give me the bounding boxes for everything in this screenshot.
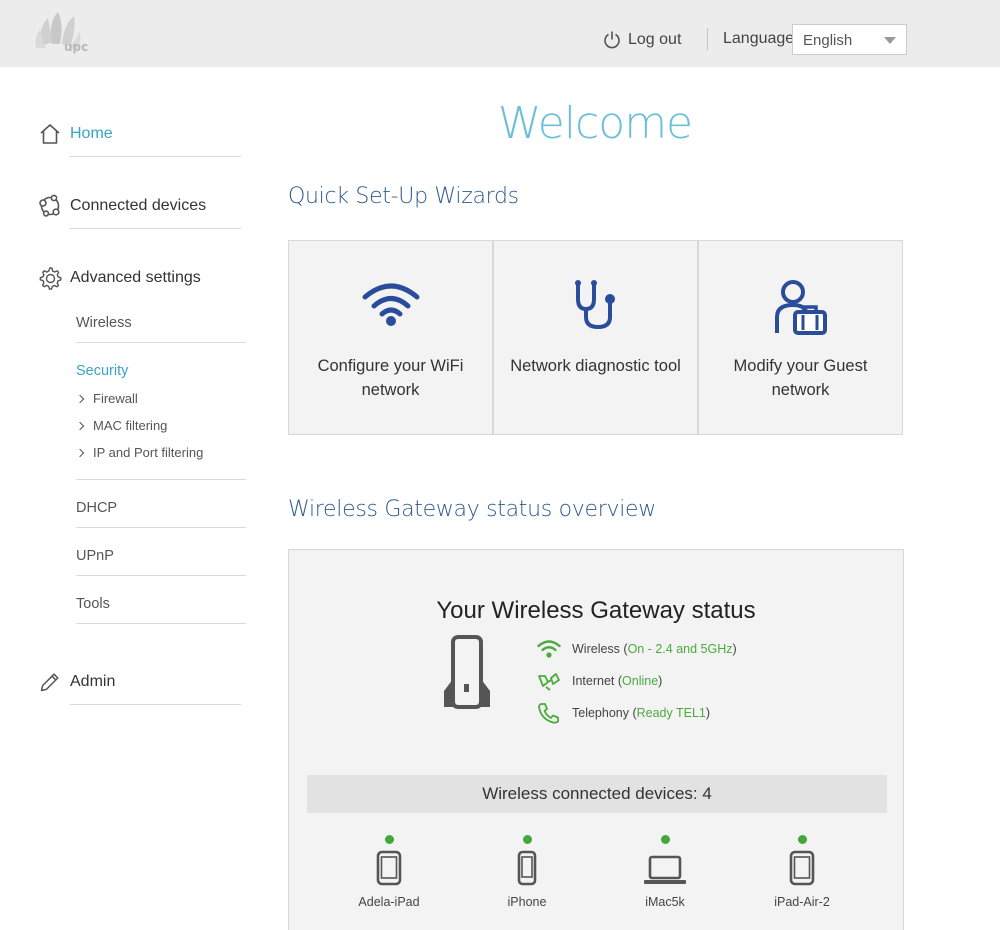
- language-value: English: [803, 32, 853, 49]
- logo-text: upc: [64, 40, 89, 54]
- sidebar-subitem-dhcp[interactable]: DHCP: [76, 500, 117, 516]
- sidebar-subitem-security[interactable]: Security: [76, 363, 128, 379]
- device-item[interactable]: iMac5k: [615, 835, 715, 909]
- connected-devices-count: Wireless connected devices: 4: [307, 775, 887, 813]
- sidebar-item-advanced-settings[interactable]: Advanced settings: [38, 266, 201, 290]
- paren: ): [658, 674, 663, 688]
- sidebar-divider: [70, 228, 241, 229]
- language-label: Language: [723, 30, 795, 47]
- telephony-value: Ready TEL1: [636, 706, 706, 720]
- gateway-status-panel: Your Wireless Gateway status Wireless (O…: [288, 549, 904, 930]
- sidebar-item-admin[interactable]: Admin: [38, 670, 115, 694]
- chevron-down-icon: [884, 37, 896, 44]
- language-select[interactable]: English: [792, 24, 907, 55]
- network-devices-icon: [39, 194, 60, 217]
- gateway-device-icon: [444, 635, 490, 709]
- device-item[interactable]: Adela-iPad: [339, 835, 439, 909]
- tablet-icon: [376, 850, 402, 886]
- sidebar-item-label: Admin: [70, 673, 116, 690]
- sidebar-divider: [76, 479, 246, 480]
- device-name: Adela-iPad: [358, 895, 420, 909]
- mac-filtering-label: MAC filtering: [93, 418, 168, 433]
- wireless-label: Wireless (: [572, 642, 628, 656]
- sidebar-item-label: Connected devices: [70, 197, 207, 214]
- logout-button[interactable]: Log out: [602, 27, 681, 53]
- wizard-network-diagnostic[interactable]: Network diagnostic tool: [493, 240, 698, 435]
- sidebar-subitem-firewall[interactable]: Firewall: [75, 391, 138, 406]
- sidebar-subitem-ip-port-filtering[interactable]: IP and Port filtering: [75, 445, 204, 460]
- sidebar-divider: [76, 527, 246, 528]
- sidebar-divider: [70, 704, 241, 705]
- chevron-right-icon: [75, 421, 85, 430]
- sidebar-subitem-wireless[interactable]: Wireless: [76, 315, 132, 331]
- sidebar-divider: [70, 156, 241, 157]
- wizard-label: Modify your Guest network: [733, 357, 868, 399]
- wifi-icon: [537, 640, 561, 658]
- stethoscope-icon: [574, 280, 615, 330]
- online-status-dot: [797, 835, 807, 844]
- gear-icon: [39, 267, 62, 290]
- top-header: upc Log out Language English: [0, 0, 1000, 67]
- wizard-label: Network diagnostic tool: [510, 357, 681, 375]
- device-name: iMac5k: [645, 895, 685, 909]
- power-icon: [604, 31, 620, 49]
- chevron-right-icon: [75, 448, 85, 457]
- tablet-icon: [789, 850, 815, 886]
- online-status-dot: [522, 835, 532, 844]
- sidebar-subitem-upnp[interactable]: UPnP: [76, 548, 114, 564]
- sidebar-item-home[interactable]: Home: [38, 122, 113, 146]
- home-icon: [40, 124, 60, 144]
- status-internet: Internet (Online): [537, 670, 662, 692]
- internet-label: Internet (: [572, 674, 623, 688]
- sidebar-divider: [76, 623, 246, 624]
- sidebar-divider: [76, 575, 246, 576]
- device-name: iPad-Air-2: [774, 895, 830, 909]
- status-wireless: Wireless (On - 2.4 and 5GHz): [537, 638, 737, 660]
- overview-section-title: Wireless Gateway status overview: [288, 497, 656, 522]
- online-status-dot: [384, 835, 394, 844]
- wizard-label: Configure your WiFi network: [317, 357, 464, 399]
- paren: ): [732, 642, 737, 656]
- phone-icon: [538, 703, 559, 724]
- wizard-modify-guest[interactable]: Modify your Guest network: [698, 240, 903, 435]
- sidebar-item-label: Advanced settings: [70, 269, 201, 286]
- sidebar-item-label: Home: [70, 125, 113, 142]
- wireless-value: On - 2.4 and 5GHz: [627, 642, 733, 656]
- device-item[interactable]: iPad-Air-2: [752, 835, 852, 909]
- logout-label: Log out: [628, 31, 682, 48]
- sidebar-subitem-mac-filtering[interactable]: MAC filtering: [75, 418, 168, 433]
- device-item[interactable]: iPhone: [477, 835, 577, 909]
- sidebar-subitem-tools[interactable]: Tools: [76, 596, 110, 612]
- laptop-icon: [644, 855, 686, 884]
- firewall-label: Firewall: [93, 391, 138, 406]
- telephony-label: Telephony (: [572, 706, 637, 720]
- wizards-section-title: Quick Set-Up Wizards: [288, 184, 519, 209]
- internet-plug-icon: [538, 673, 560, 691]
- device-name: iPhone: [507, 895, 547, 909]
- pencil-icon: [40, 673, 59, 692]
- wizard-configure-wifi[interactable]: Configure your WiFi network: [288, 240, 493, 435]
- phone-device-icon: [517, 850, 537, 886]
- paren: ): [705, 706, 711, 720]
- guest-user-icon: [774, 280, 827, 335]
- online-status-dot: [660, 835, 670, 844]
- ip-port-filtering-label: IP and Port filtering: [93, 445, 204, 460]
- page-title: Welcome: [497, 98, 693, 149]
- internet-value: Online: [622, 674, 659, 688]
- sidebar-divider: [76, 342, 246, 343]
- header-divider: [707, 28, 708, 50]
- wifi-icon: [362, 283, 419, 326]
- status-title: Your Wireless Gateway status: [436, 597, 756, 624]
- chevron-right-icon: [75, 394, 85, 403]
- status-telephony: Telephony (Ready TEL1): [537, 702, 710, 724]
- sidebar-item-connected-devices[interactable]: Connected devices: [38, 194, 206, 218]
